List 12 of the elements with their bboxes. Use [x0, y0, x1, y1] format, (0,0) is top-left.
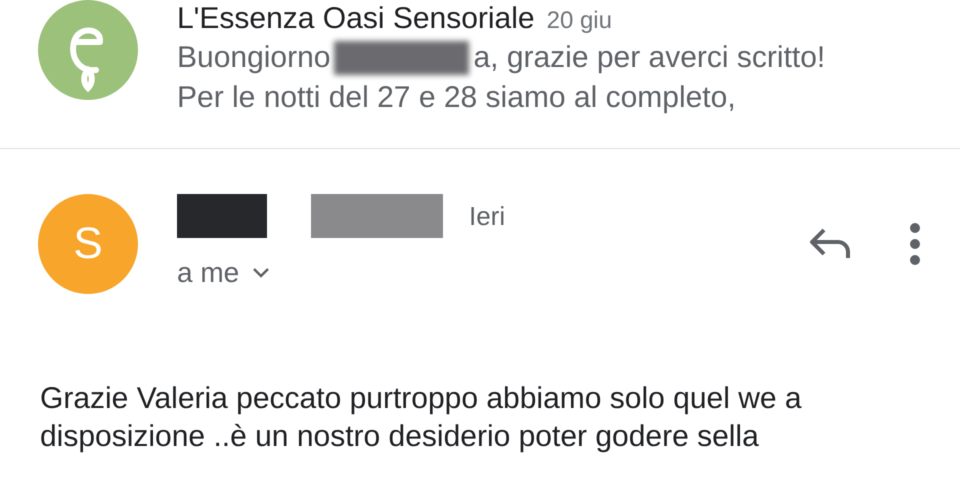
snippet-text: a, grazie per averci scritto!: [473, 40, 826, 76]
message-text: disposizione ..è un nostro desiderio poter godere sella: [40, 419, 760, 455]
snippet-text: Buongiorno: [177, 40, 330, 76]
chevron-down-icon: [251, 266, 272, 280]
sender-avatar: S: [38, 194, 138, 294]
date-label: Ieri: [469, 200, 506, 232]
sender-name: L'Essenza Oasi Sensoriale: [177, 1, 535, 37]
message-text: Grazie Valeria peccato purtroppo abbiamo solo quel we a: [40, 381, 803, 417]
snippet-text: Per le notti del 27 e 28 siamo al completo,: [177, 80, 737, 116]
date-label: 20 giu: [546, 6, 612, 36]
recipient-dropdown[interactable]: a me: [177, 252, 272, 294]
more-options-icon[interactable]: [910, 223, 920, 265]
